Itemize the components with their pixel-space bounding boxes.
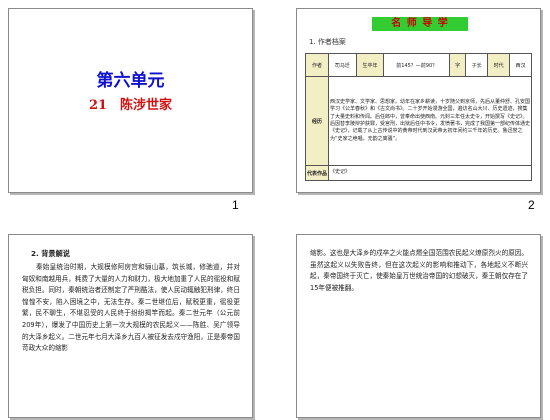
table-row: 作者 司马迁 生卒年 前145？—前90？ 字 子长 时代 西汉: [305, 53, 532, 77]
table-cell: 子长: [465, 53, 489, 77]
slide-number: 2: [528, 198, 535, 212]
table-cell: 西汉: [509, 53, 532, 77]
works-text: 《史记》: [328, 165, 532, 181]
table-cell: 司马迁: [328, 53, 357, 77]
unit-title: 第六单元: [96, 71, 165, 91]
slide-thumbnail-2[interactable]: 名 师 导 学 1. 作者档案 作者 司马迁 生卒年 前145？—前90？ 字 …: [296, 8, 541, 193]
table-row-label: 经历: [305, 76, 329, 166]
section-heading: 2. 背景解说: [31, 249, 70, 258]
author-profile-table: 作者 司马迁 生卒年 前145？—前90？ 字 子长 时代 西汉 经历 西汉史学…: [305, 53, 532, 181]
table-cell: 前145？—前90？: [383, 53, 451, 77]
table-cell: 时代: [487, 53, 511, 77]
table-row: 代表作品 《史记》: [305, 165, 532, 181]
table-cell: 作者: [305, 53, 329, 77]
slide-thumbnail-1[interactable]: 第六单元 21 陈涉世家: [8, 8, 253, 193]
lesson-title: 21 陈涉世家: [88, 98, 173, 113]
table-cell: 生卒年: [355, 53, 385, 77]
section-heading: 1. 作者档案: [309, 38, 346, 46]
table-row: 经历 西汉史学家、文学家、思想家。幼年在家乡耕读，十岁随父到京师，先后从董仲舒、…: [305, 76, 532, 166]
body-text: 秦始皇统治时期，大规模修阿房宫和骊山墓，筑长城，修驰道，并对匈奴和南越用兵，耗费…: [22, 263, 240, 353]
section-banner: 名 师 导 学: [372, 17, 468, 31]
slide-thumbnail-3[interactable]: 2. 背景解说 秦始皇统治时期，大规模修阿房宫和骊山墓，筑长城，修驰道，并对匈奴…: [8, 234, 253, 418]
slide-number: 1: [232, 198, 239, 212]
table-row-label: 代表作品: [305, 165, 329, 181]
table-cell: 字: [449, 53, 467, 77]
body-text: 缩影。这也是大泽乡的戍卒之火能点燃全国范围农民起义燎原烈火的原因。虽然这起义以失…: [310, 249, 528, 292]
biography-text: 西汉史学家、文学家、思想家。幼年在家乡耕读，十岁随父到京师，先后从董仲舒、孔安国…: [328, 76, 532, 166]
slide-thumbnail-4[interactable]: 缩影。这也是大泽乡的戍卒之火能点燃全国范围农民起义燎原烈火的原因。虽然这起义以失…: [296, 234, 541, 418]
